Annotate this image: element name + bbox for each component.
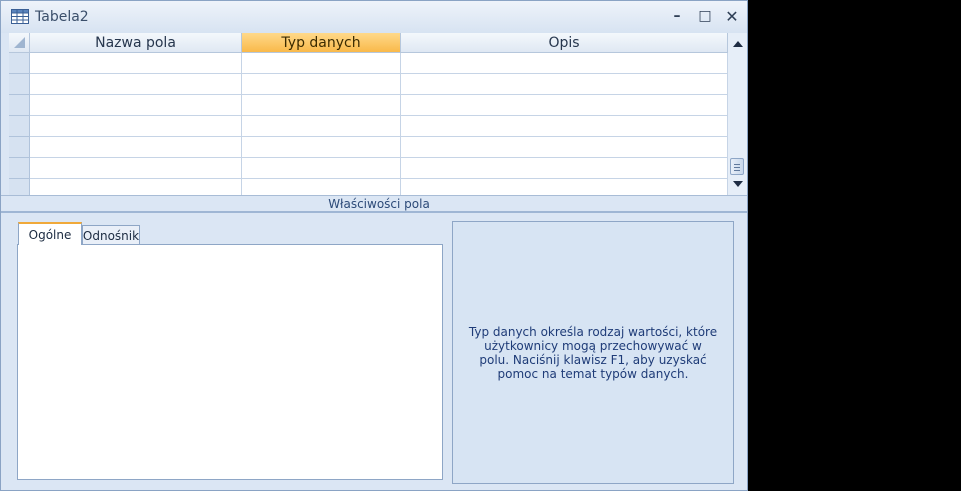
cell-field-name[interactable] <box>30 158 242 179</box>
row-selector[interactable] <box>9 179 30 195</box>
cell-description[interactable] <box>401 53 728 74</box>
cell-data-type[interactable] <box>242 179 401 195</box>
general-properties-panel[interactable] <box>17 244 443 480</box>
column-header-description[interactable]: Opis <box>401 33 728 53</box>
row-selector[interactable] <box>9 53 30 74</box>
column-header-field-name[interactable]: Nazwa pola <box>30 33 242 53</box>
cell-data-type[interactable] <box>242 116 401 137</box>
corner-triangle-icon <box>13 37 25 48</box>
table-row[interactable] <box>9 179 728 195</box>
table-row[interactable] <box>9 137 728 158</box>
help-panel: Typ danych określa rodzaj wartości, któr… <box>452 221 734 484</box>
window-title: Tabela2 <box>35 9 89 25</box>
scroll-down-button[interactable] <box>728 177 747 191</box>
scroll-thumb[interactable] <box>730 158 744 175</box>
cell-field-name[interactable] <box>30 95 242 116</box>
cell-data-type[interactable] <box>242 74 401 95</box>
table-row[interactable] <box>9 74 728 95</box>
table-row[interactable] <box>9 116 728 137</box>
arrow-down-icon <box>732 181 743 187</box>
cell-field-name[interactable] <box>30 116 242 137</box>
field-properties-title: Właściwości pola <box>328 197 430 211</box>
cell-field-name[interactable] <box>30 137 242 158</box>
row-selector[interactable] <box>9 158 30 179</box>
table-row[interactable] <box>9 158 728 179</box>
select-all-corner[interactable] <box>9 33 30 53</box>
cell-description[interactable] <box>401 137 728 158</box>
tab-lookup[interactable]: Odnośnik <box>82 225 140 245</box>
table-row[interactable] <box>9 95 728 116</box>
cell-description[interactable] <box>401 74 728 95</box>
row-selector[interactable] <box>9 74 30 95</box>
scroll-up-button[interactable] <box>728 37 747 51</box>
row-selector[interactable] <box>9 95 30 116</box>
table-row[interactable] <box>9 53 728 74</box>
table-design-window: Tabela2 – □ ✕ Nazwa pola Typ danych Opis… <box>0 0 748 491</box>
cell-description[interactable] <box>401 179 728 195</box>
cell-data-type[interactable] <box>242 53 401 74</box>
arrow-up-icon <box>732 41 743 47</box>
grid-vertical-scrollbar[interactable] <box>728 33 747 195</box>
row-selector[interactable] <box>9 137 30 158</box>
minimize-button[interactable]: – <box>665 5 689 27</box>
table-icon <box>11 9 29 24</box>
column-header-data-type[interactable]: Typ danych <box>242 33 401 53</box>
cell-description[interactable] <box>401 116 728 137</box>
cell-field-name[interactable] <box>30 53 242 74</box>
cell-description[interactable] <box>401 95 728 116</box>
cell-field-name[interactable] <box>30 74 242 95</box>
title-bar[interactable]: Tabela2 – □ ✕ <box>1 1 747 33</box>
cell-description[interactable] <box>401 158 728 179</box>
tab-general[interactable]: Ogólne <box>18 222 82 245</box>
cell-field-name[interactable] <box>30 179 242 195</box>
divider <box>1 211 747 213</box>
cell-data-type[interactable] <box>242 137 401 158</box>
help-text: Typ danych określa rodzaj wartości, któr… <box>468 324 718 381</box>
cell-data-type[interactable] <box>242 95 401 116</box>
cell-data-type[interactable] <box>242 158 401 179</box>
maximize-button[interactable]: □ <box>693 5 717 27</box>
row-selector[interactable] <box>9 116 30 137</box>
field-design-grid: Nazwa pola Typ danych Opis <box>9 33 728 195</box>
close-button[interactable]: ✕ <box>720 5 744 27</box>
